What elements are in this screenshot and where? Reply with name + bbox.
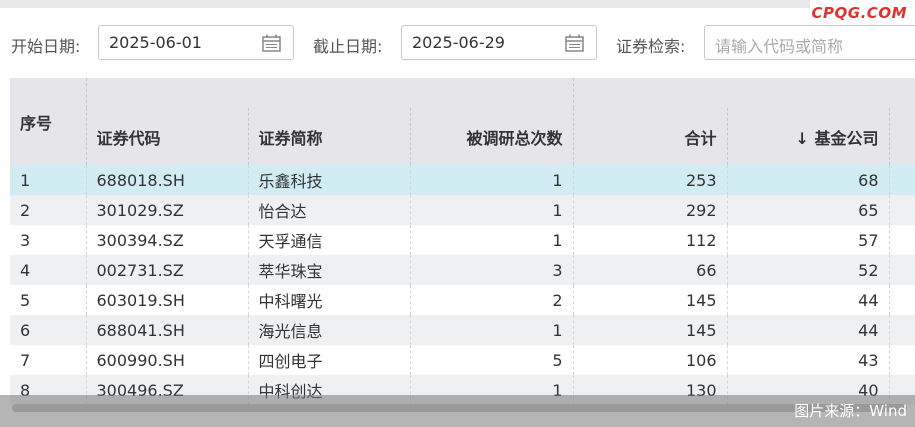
cell-total: 66 <box>573 255 728 285</box>
start-date-value: 2025-06-01 <box>109 33 202 52</box>
cell-fund: 57 <box>727 225 890 255</box>
cell-code[interactable]: 002731.SZ <box>86 255 249 285</box>
cell-name[interactable]: 乐鑫科技 <box>248 165 411 195</box>
cell-code[interactable]: 301029.SZ <box>86 195 249 225</box>
cell-name[interactable]: 四创电子 <box>248 345 411 375</box>
column-header-fund-sorted[interactable]: ↓ 基金公司 <box>727 108 890 165</box>
cell-code[interactable]: 600990.SH <box>86 345 249 375</box>
cell-next <box>889 285 915 315</box>
end-date-value: 2025-06-29 <box>412 33 505 52</box>
cell-code[interactable]: 688041.SH <box>86 315 249 345</box>
start-date-label: 开始日期: <box>11 37 81 56</box>
top-strip <box>0 0 810 8</box>
cell-seq: 5 <box>10 285 87 315</box>
column-header-total[interactable]: 合计 <box>573 108 728 165</box>
cell-count: 1 <box>410 165 574 195</box>
header-group-blank <box>86 78 574 108</box>
cell-seq: 6 <box>10 315 87 345</box>
cell-total: 112 <box>573 225 728 255</box>
cell-fund: 65 <box>727 195 890 225</box>
cell-name[interactable]: 天孚通信 <box>248 225 411 255</box>
cell-seq: 1 <box>10 165 87 195</box>
table-row[interactable]: 3 300394.SZ 天孚通信 1 112 57 <box>10 225 915 255</box>
cell-count: 5 <box>410 345 574 375</box>
cell-next <box>889 225 915 255</box>
cell-next <box>889 345 915 375</box>
table-row[interactable]: 6 688041.SH 海光信息 1 145 44 <box>10 315 915 345</box>
source-overlay: 图片来源：Wind <box>0 395 915 427</box>
cell-total: 253 <box>573 165 728 195</box>
research-table: 序号 证券代码 证券简称 被调研总次数 合计 ↓ 基金公司 1 688018.S… <box>10 78 915 405</box>
cell-next <box>889 255 915 285</box>
cell-seq: 7 <box>10 345 87 375</box>
cell-total: 145 <box>573 285 728 315</box>
table-row[interactable]: 5 603019.SH 中科曙光 2 145 44 <box>10 285 915 315</box>
horizontal-scrollbar[interactable] <box>12 404 907 412</box>
cell-seq: 4 <box>10 255 87 285</box>
cell-fund: 52 <box>727 255 890 285</box>
cell-fund: 68 <box>727 165 890 195</box>
header-group-blank <box>573 78 915 108</box>
cell-seq: 2 <box>10 195 87 225</box>
cell-next <box>889 195 915 225</box>
cell-count: 1 <box>410 225 574 255</box>
cell-fund: 44 <box>727 315 890 345</box>
calendar-icon[interactable] <box>565 34 584 52</box>
cell-name[interactable]: 海光信息 <box>248 315 411 345</box>
calendar-icon[interactable] <box>262 34 281 52</box>
end-date-input[interactable]: 2025-06-29 <box>401 25 597 60</box>
table-row[interactable]: 1 688018.SH 乐鑫科技 1 253 68 <box>10 165 915 195</box>
table-row[interactable]: 7 600990.SH 四创电子 5 106 43 <box>10 345 915 375</box>
table-row[interactable]: 2 301029.SZ 怡合达 1 292 65 <box>10 195 915 225</box>
end-date-label: 截止日期: <box>313 37 383 56</box>
image-source-caption: 图片来源：Wind <box>794 402 907 420</box>
cell-count: 2 <box>410 285 574 315</box>
filter-bar: 开始日期: 2025-06-01 截止日期: 2025-06-29 证券检索: … <box>0 25 915 61</box>
search-input[interactable]: 请输入代码或简称 <box>704 25 915 60</box>
cell-code[interactable]: 688018.SH <box>86 165 249 195</box>
start-date-input[interactable]: 2025-06-01 <box>98 25 294 60</box>
cell-code[interactable]: 603019.SH <box>86 285 249 315</box>
cell-count: 1 <box>410 315 574 345</box>
cell-code[interactable]: 300394.SZ <box>86 225 249 255</box>
cell-name[interactable]: 怡合达 <box>248 195 411 225</box>
cell-count: 1 <box>410 195 574 225</box>
cell-total: 145 <box>573 315 728 345</box>
cell-fund: 44 <box>727 285 890 315</box>
column-header-next <box>889 108 915 165</box>
watermark: CPQG.COM <box>811 4 907 22</box>
cell-total: 106 <box>573 345 728 375</box>
column-header-seq[interactable]: 序号 <box>10 78 87 165</box>
column-header-count[interactable]: 被调研总次数 <box>410 108 574 165</box>
cell-next <box>889 165 915 195</box>
search-placeholder: 请输入代码或简称 <box>715 37 844 56</box>
cell-next <box>889 315 915 345</box>
cell-total: 292 <box>573 195 728 225</box>
table-row[interactable]: 4 002731.SZ 萃华珠宝 3 66 52 <box>10 255 915 285</box>
cell-fund: 43 <box>727 345 890 375</box>
column-header-code[interactable]: 证券代码 <box>86 108 249 165</box>
search-label: 证券检索: <box>616 37 686 56</box>
cell-seq: 3 <box>10 225 87 255</box>
cell-name[interactable]: 中科曙光 <box>248 285 411 315</box>
cell-count: 3 <box>410 255 574 285</box>
column-header-name[interactable]: 证券简称 <box>248 108 411 165</box>
cell-name[interactable]: 萃华珠宝 <box>248 255 411 285</box>
